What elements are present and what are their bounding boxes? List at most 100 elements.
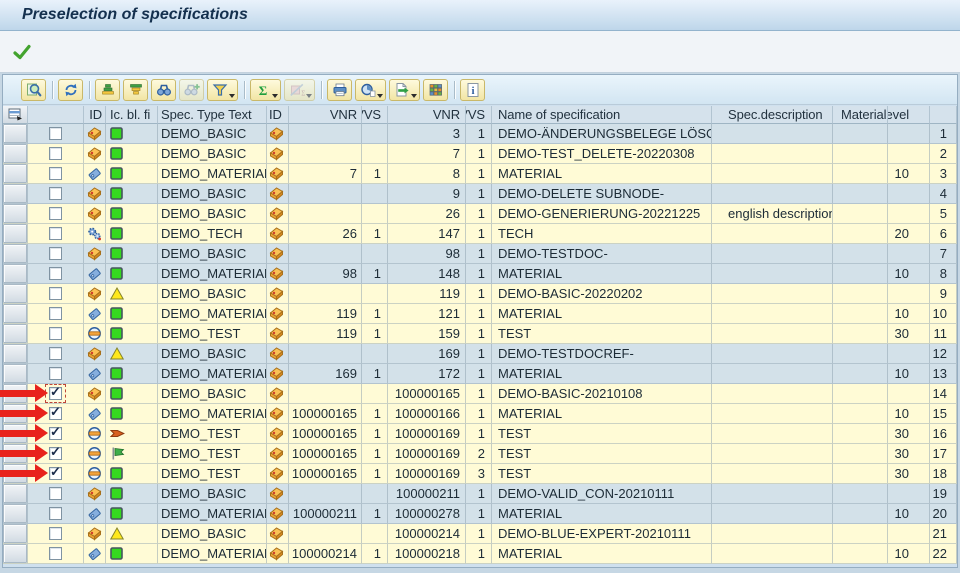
select-checkbox[interactable] [49, 287, 62, 300]
cell-icbl [106, 124, 158, 144]
column-header-material[interactable]: Material [833, 106, 888, 124]
cell-vvs2: 3 [466, 464, 492, 484]
row-selector-button[interactable] [3, 164, 27, 183]
select-checkbox[interactable] [49, 327, 62, 340]
sort-ascending-button[interactable] [95, 79, 120, 101]
column-header-type[interactable]: Spec. Type Text [158, 106, 267, 124]
select-checkbox[interactable]: ✓ [49, 387, 62, 400]
column-header-name[interactable]: Name of specification [492, 106, 712, 124]
row-selector-button[interactable] [3, 124, 27, 143]
select-checkbox[interactable]: ✓ [49, 447, 62, 460]
row-selector-button[interactable] [3, 484, 27, 503]
select-checkbox[interactable] [49, 267, 62, 280]
column-header-num[interactable] [930, 106, 957, 124]
select-checkbox[interactable]: ✓ [49, 427, 62, 440]
row-selector-button[interactable] [3, 224, 27, 243]
cell-id1 [84, 204, 106, 224]
cell-name: DEMO-BASIC-20210108 [492, 384, 712, 404]
row-selector-button[interactable] [3, 424, 27, 443]
select-checkbox[interactable] [49, 207, 62, 220]
column-header-vnr1[interactable]: VNR [289, 106, 362, 124]
row-selector-button[interactable] [3, 184, 27, 203]
row-selector-button[interactable] [3, 344, 27, 363]
cell-name: DEMO-ÄNDERUNGSBELEGE LÖSCHEN- [492, 124, 712, 144]
row-selector-button[interactable] [3, 444, 27, 463]
confirm-button[interactable] [9, 40, 35, 64]
export-button[interactable] [389, 79, 420, 101]
cell-level [888, 484, 930, 504]
cell-type: DEMO_TEST [158, 324, 267, 344]
application-toolbar [0, 31, 960, 73]
row-selector-button[interactable] [3, 244, 27, 263]
column-header-sel[interactable] [3, 106, 28, 124]
choose-detail-button[interactable] [21, 79, 46, 101]
cell-text-vvs2: 1 [478, 404, 485, 423]
cell-name: DEMO-TESTDOC- [492, 244, 712, 264]
find-button[interactable] [151, 79, 176, 101]
cell-text-vvs2: 1 [478, 204, 485, 223]
select-checkbox[interactable] [49, 527, 62, 540]
select-checkbox[interactable]: ✓ [49, 407, 62, 420]
row-selector-button[interactable] [3, 504, 27, 523]
column-header-id1[interactable]: ID [84, 106, 106, 124]
green-square-icon [110, 227, 123, 240]
row-selector-button[interactable] [3, 264, 27, 283]
select-checkbox[interactable] [49, 367, 62, 380]
row-selector-button[interactable] [3, 364, 27, 383]
column-header-desc[interactable]: Spec.description [712, 106, 833, 124]
select-checkbox[interactable] [49, 147, 62, 160]
select-checkbox[interactable] [49, 127, 62, 140]
row-selector-button[interactable] [3, 384, 27, 403]
select-checkbox[interactable] [49, 307, 62, 320]
set-filter-button[interactable] [207, 79, 238, 101]
row-selector-button[interactable] [3, 304, 27, 323]
information-button[interactable]: i [460, 79, 485, 101]
column-header-level[interactable]: Level [888, 106, 930, 124]
select-checkbox[interactable] [49, 247, 62, 260]
find-next-button[interactable] [179, 79, 204, 101]
select-checkbox[interactable] [49, 187, 62, 200]
sort-descending-button[interactable] [123, 79, 148, 101]
cell-vvs1 [362, 344, 388, 364]
row-selector-button[interactable] [3, 324, 27, 343]
column-header-chk[interactable] [28, 106, 84, 124]
cell-id2 [267, 524, 289, 544]
print-button[interactable] [327, 79, 352, 101]
column-header-icbl[interactable]: Ic. bl. fi [106, 106, 158, 124]
column-header-vvs2[interactable]: VVS [466, 106, 492, 124]
cell-desc [712, 124, 833, 144]
row-selector-button[interactable] [3, 404, 27, 423]
select-checkbox[interactable] [49, 167, 62, 180]
select-checkbox[interactable]: ✓ [49, 467, 62, 480]
select-checkbox[interactable] [49, 507, 62, 520]
row-selector-button[interactable] [3, 464, 27, 483]
row-selector-button[interactable] [3, 524, 27, 543]
views-button[interactable] [355, 79, 386, 101]
refresh-button[interactable] [58, 79, 83, 101]
column-header-id2[interactable]: ID [267, 106, 289, 124]
cell-material [833, 204, 888, 224]
subtotals-button[interactable]: Σ [284, 79, 315, 101]
choose-layout-button[interactable] [423, 79, 448, 101]
cell-material [833, 244, 888, 264]
cell-text-vvs2: 1 [478, 144, 485, 163]
column-header-vvs1[interactable]: VVS [362, 106, 388, 124]
table-header-row: IDIc. bl. fiSpec. Type TextIDVNRVVSVNRVV… [3, 106, 957, 124]
select-checkbox[interactable] [49, 227, 62, 240]
select-checkbox[interactable] [49, 347, 62, 360]
row-selector-button[interactable] [3, 544, 27, 563]
cell-icbl [106, 304, 158, 324]
spec-wedge-icon [269, 306, 284, 321]
column-header-vnr2[interactable]: VNR [388, 106, 466, 124]
spec-wedge-icon [269, 446, 284, 461]
cell-level [888, 144, 930, 164]
cell-icbl [106, 444, 158, 464]
row-selector-button[interactable] [3, 284, 27, 303]
orange-arrow-icon [110, 426, 125, 441]
select-checkbox[interactable] [49, 547, 62, 560]
row-selector-button[interactable] [3, 144, 27, 163]
cell-name: DEMO-DELETE SUBNODE- [492, 184, 712, 204]
total-button[interactable]: Σ [250, 79, 281, 101]
select-checkbox[interactable] [49, 487, 62, 500]
row-selector-button[interactable] [3, 204, 27, 223]
